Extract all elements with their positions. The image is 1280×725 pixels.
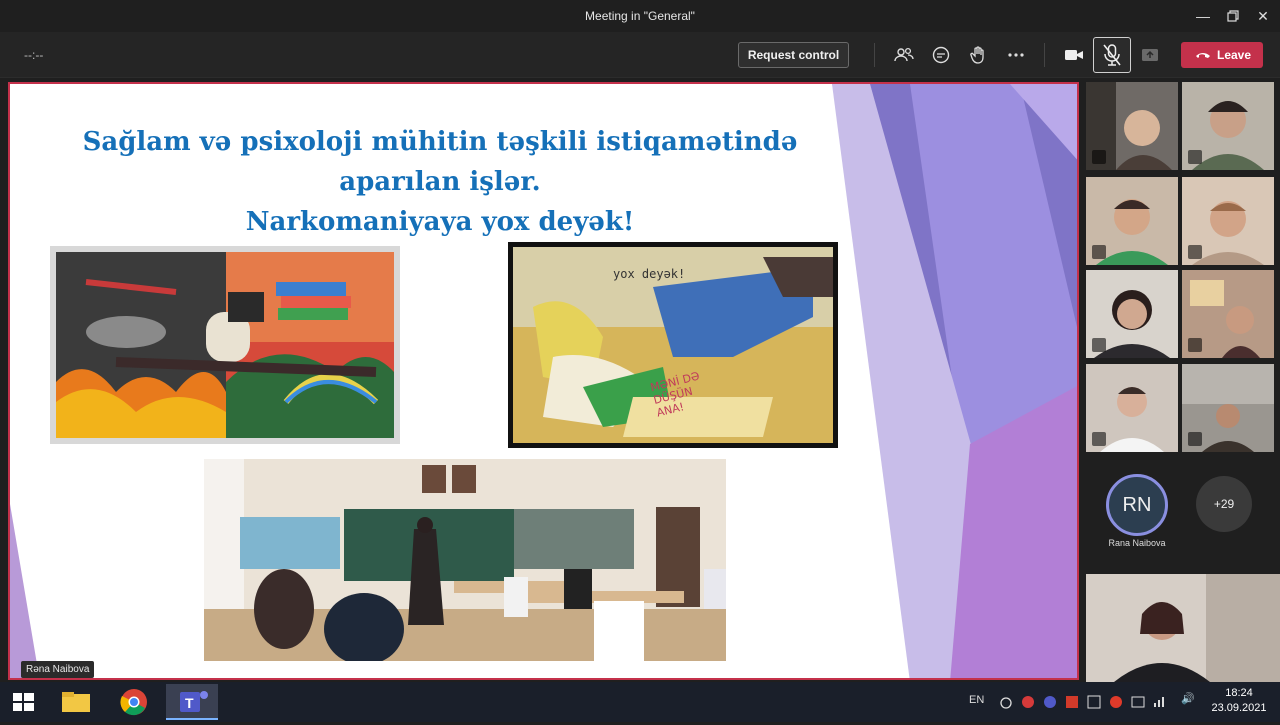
drawing-caption-top: yox deyək! bbox=[613, 267, 686, 281]
clock-time: 18:24 bbox=[1225, 687, 1253, 699]
participant-avatar-name: Rana Naibova bbox=[1108, 538, 1166, 548]
network-tray-icon bbox=[1131, 696, 1145, 708]
signal-tray-icon bbox=[1154, 697, 1164, 707]
request-control-button[interactable]: Request control bbox=[738, 42, 849, 68]
pdf-tray-icon bbox=[1066, 696, 1078, 708]
more-participants-button[interactable]: +29 bbox=[1196, 476, 1252, 532]
muted-icon bbox=[1188, 245, 1202, 259]
start-button[interactable] bbox=[0, 684, 48, 720]
mcafee-tray-icon bbox=[1022, 696, 1034, 708]
raise-hand-icon[interactable] bbox=[967, 43, 991, 67]
language-indicator[interactable]: EN bbox=[969, 694, 984, 706]
system-tray-icons bbox=[1000, 695, 1164, 709]
participants-icon[interactable] bbox=[892, 43, 916, 67]
flag-tray-icon bbox=[1087, 695, 1101, 709]
muted-icon bbox=[1092, 338, 1106, 352]
muted-icon bbox=[1188, 338, 1202, 352]
muted-icon bbox=[1092, 432, 1106, 446]
slide-title-line: aparılan işlər. bbox=[339, 167, 541, 197]
clock-tray-icon bbox=[1000, 697, 1012, 709]
presenter-name-tag: Rəna Naibova bbox=[21, 661, 95, 678]
participant-video-tile[interactable] bbox=[1086, 270, 1178, 358]
toolbar-divider bbox=[1044, 43, 1045, 67]
leave-label: Leave bbox=[1217, 48, 1252, 62]
slide-title: Sağlam və psixoloji mühitin təşkili isti… bbox=[70, 122, 810, 242]
presentation-slide: Sağlam və psixoloji mühitin təşkili isti… bbox=[8, 82, 1079, 680]
participants-panel: RN Rana Naibova +29 bbox=[1086, 78, 1280, 682]
self-video-tile[interactable] bbox=[1086, 574, 1280, 682]
opera-tray-icon bbox=[1110, 696, 1122, 708]
participant-video-tile[interactable] bbox=[1182, 364, 1274, 452]
hang-up-icon bbox=[1196, 53, 1210, 58]
camera-icon[interactable] bbox=[1062, 43, 1086, 67]
participant-video-tile[interactable] bbox=[1182, 82, 1274, 170]
mic-off-icon bbox=[1103, 44, 1121, 66]
muted-icon bbox=[1188, 432, 1202, 446]
minimize-icon[interactable]: — bbox=[1188, 4, 1218, 28]
teams-icon[interactable]: T bbox=[166, 684, 218, 720]
shared-content-stage: Sağlam və psixoloji mühitin təşkili isti… bbox=[0, 78, 1086, 682]
toolbar-divider bbox=[874, 43, 875, 67]
chat-icon[interactable] bbox=[929, 43, 953, 67]
participant-video-tile[interactable] bbox=[1086, 82, 1178, 170]
muted-icon bbox=[1092, 245, 1106, 259]
slide-title-line: Narkomaniyaya yox deyək! bbox=[245, 207, 635, 237]
window-titlebar: Meeting in "General" — ✕ bbox=[0, 0, 1280, 32]
anti-drug-drawing-2: yox deyək! MƏNİ DƏ DÜŞÜN ANA! bbox=[508, 242, 838, 448]
muted-icon bbox=[1188, 150, 1202, 164]
chrome-icon[interactable] bbox=[110, 684, 158, 720]
participant-video-tile[interactable] bbox=[1086, 177, 1178, 265]
clock-date: 23.09.2021 bbox=[1211, 702, 1267, 714]
muted-icon bbox=[1092, 150, 1106, 164]
participant-video-tile[interactable] bbox=[1182, 177, 1274, 265]
restore-icon[interactable] bbox=[1218, 4, 1248, 28]
mute-button[interactable] bbox=[1093, 37, 1131, 73]
participant-avatar[interactable]: RN bbox=[1106, 474, 1168, 536]
volume-icon[interactable]: 🔊 bbox=[1181, 692, 1195, 705]
file-explorer-icon[interactable] bbox=[52, 684, 100, 720]
anti-drug-drawing-1 bbox=[50, 246, 400, 444]
taskbar-clock[interactable]: 18:24 23.09.2021 bbox=[1204, 686, 1274, 716]
participant-video-tile[interactable] bbox=[1182, 270, 1274, 358]
slide-title-line: Sağlam və psixoloji mühitin təşkili isti… bbox=[82, 127, 798, 157]
window-title: Meeting in "General" bbox=[585, 9, 695, 23]
windows-taskbar: T EN 🔊 18:24 23.09.2021 bbox=[0, 682, 1280, 722]
leave-button[interactable]: Leave bbox=[1181, 42, 1263, 68]
close-icon[interactable]: ✕ bbox=[1248, 4, 1278, 28]
meeting-toolbar: --:-- Request control Leave bbox=[0, 32, 1280, 78]
classroom-photo bbox=[204, 459, 726, 661]
svg-text:T: T bbox=[185, 695, 194, 711]
more-actions-icon[interactable] bbox=[1004, 43, 1028, 67]
teams-tray-icon bbox=[1044, 696, 1056, 708]
share-tray-icon[interactable] bbox=[1138, 43, 1162, 67]
meeting-timer: --:-- bbox=[24, 48, 44, 62]
participant-video-tile[interactable] bbox=[1086, 364, 1178, 452]
